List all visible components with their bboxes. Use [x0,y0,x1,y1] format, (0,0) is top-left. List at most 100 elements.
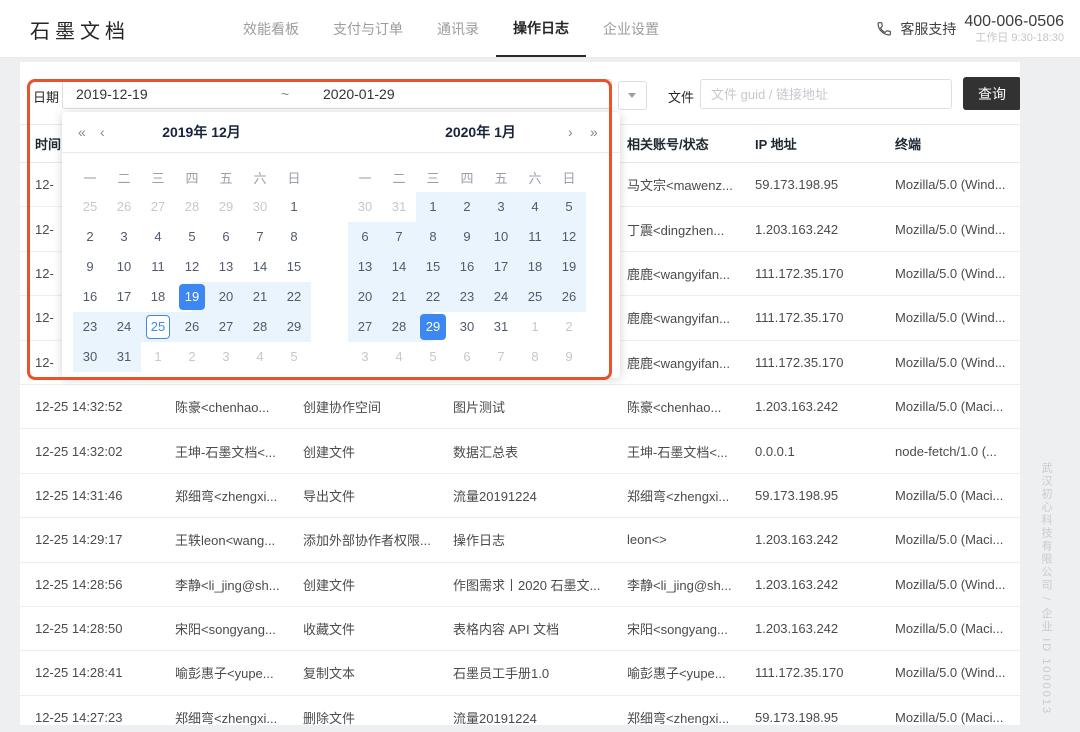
next-month-icon[interactable]: › [568,112,573,152]
calendar-day[interactable]: 6 [450,342,484,372]
calendar-day[interactable]: 12 [175,252,209,282]
calendar-day[interactable]: 2 [175,342,209,372]
calendar-day[interactable]: 31 [107,342,141,372]
calendar-day[interactable]: 17 [484,252,518,282]
calendar-day[interactable]: 2 [552,312,586,342]
calendar-day[interactable]: 26 [175,312,209,342]
calendar-day[interactable]: 14 [243,252,277,282]
calendar-day[interactable]: 27 [209,312,243,342]
calendar-day[interactable]: 6 [209,222,243,252]
calendar-day[interactable]: 12 [552,222,586,252]
date-range-input[interactable]: 2019-12-19 ~ 2020-01-29 [62,79,612,109]
calendar-day[interactable]: 1 [416,192,450,222]
calendar-day[interactable]: 25 [518,282,552,312]
search-button[interactable]: 查询 [963,77,1020,110]
calendar-day[interactable]: 23 [450,282,484,312]
calendar-day-number: 21 [247,284,273,310]
calendar-day[interactable]: 28 [175,192,209,222]
calendar-day[interactable]: 25 [141,312,175,342]
calendar-day[interactable]: 26 [552,282,586,312]
calendar-day[interactable]: 15 [277,252,311,282]
calendar-day[interactable]: 17 [107,282,141,312]
calendar-day[interactable]: 2 [450,192,484,222]
date-start-value[interactable]: 2019-12-19 [63,86,281,102]
calendar-day[interactable]: 30 [450,312,484,342]
calendar-day[interactable]: 16 [73,282,107,312]
calendar-day[interactable]: 9 [552,342,586,372]
calendar-day[interactable]: 9 [450,222,484,252]
calendar-day[interactable]: 26 [107,192,141,222]
calendar-day[interactable]: 3 [209,342,243,372]
calendar-day[interactable]: 4 [518,192,552,222]
calendar-day[interactable]: 4 [382,342,416,372]
calendar-day[interactable]: 4 [141,222,175,252]
calendar-day[interactable]: 31 [382,192,416,222]
calendar-day[interactable]: 3 [107,222,141,252]
calendar-day[interactable]: 23 [73,312,107,342]
calendar-day[interactable]: 22 [277,282,311,312]
calendar-day[interactable]: 7 [243,222,277,252]
calendar-day[interactable]: 9 [73,252,107,282]
calendar-day[interactable]: 18 [141,282,175,312]
calendar-day-number: 18 [145,284,171,310]
next-year-icon[interactable]: » [590,112,598,152]
calendar-day[interactable]: 7 [382,222,416,252]
nav-item-1[interactable]: 支付与订单 [316,0,420,57]
calendar-day[interactable]: 27 [348,312,382,342]
calendar-day[interactable]: 24 [107,312,141,342]
calendar-day[interactable]: 13 [209,252,243,282]
calendar-day[interactable]: 3 [484,192,518,222]
calendar-day[interactable]: 8 [416,222,450,252]
calendar-day[interactable]: 7 [484,342,518,372]
calendar-day[interactable]: 19 [175,282,209,312]
calendar-day[interactable]: 22 [416,282,450,312]
file-search-input[interactable] [700,79,952,109]
calendar-day[interactable]: 29 [277,312,311,342]
nav-item-0[interactable]: 效能看板 [226,0,316,57]
calendar-day[interactable]: 30 [73,342,107,372]
calendar-day[interactable]: 8 [277,222,311,252]
calendar-day[interactable]: 28 [243,312,277,342]
calendar-day[interactable]: 21 [382,282,416,312]
calendar-day[interactable]: 29 [416,312,450,342]
calendar-day[interactable]: 5 [175,222,209,252]
calendar-day[interactable]: 13 [348,252,382,282]
calendar-day[interactable]: 24 [484,282,518,312]
calendar-day[interactable]: 4 [243,342,277,372]
calendar-day[interactable]: 21 [243,282,277,312]
calendar-day[interactable]: 29 [209,192,243,222]
calendar-day[interactable]: 1 [518,312,552,342]
calendar-day[interactable]: 1 [277,192,311,222]
date-preset-dropdown[interactable] [618,81,647,110]
calendar-day[interactable]: 27 [141,192,175,222]
calendar-day[interactable]: 18 [518,252,552,282]
nav-item-3[interactable]: 操作日志 [496,0,586,57]
calendar-day[interactable]: 25 [73,192,107,222]
calendar-day[interactable]: 11 [518,222,552,252]
calendar-day[interactable]: 30 [243,192,277,222]
calendar-day[interactable]: 19 [552,252,586,282]
calendar-day[interactable]: 20 [209,282,243,312]
calendar-day[interactable]: 10 [484,222,518,252]
calendar-day[interactable]: 28 [382,312,416,342]
calendar-day[interactable]: 16 [450,252,484,282]
calendar-day[interactable]: 15 [416,252,450,282]
calendar-day[interactable]: 1 [141,342,175,372]
calendar-day[interactable]: 11 [141,252,175,282]
nav-item-2[interactable]: 通讯录 [420,0,496,57]
date-end-value[interactable]: 2020-01-29 [323,86,395,102]
calendar-day[interactable]: 8 [518,342,552,372]
calendar-day[interactable]: 14 [382,252,416,282]
calendar-day[interactable]: 20 [348,282,382,312]
phone-icon [876,21,892,37]
nav-item-4[interactable]: 企业设置 [586,0,676,57]
calendar-day[interactable]: 5 [552,192,586,222]
calendar-day[interactable]: 30 [348,192,382,222]
calendar-day[interactable]: 5 [416,342,450,372]
calendar-day[interactable]: 5 [277,342,311,372]
calendar-day[interactable]: 2 [73,222,107,252]
calendar-day[interactable]: 3 [348,342,382,372]
calendar-day[interactable]: 10 [107,252,141,282]
calendar-day[interactable]: 31 [484,312,518,342]
calendar-day[interactable]: 6 [348,222,382,252]
